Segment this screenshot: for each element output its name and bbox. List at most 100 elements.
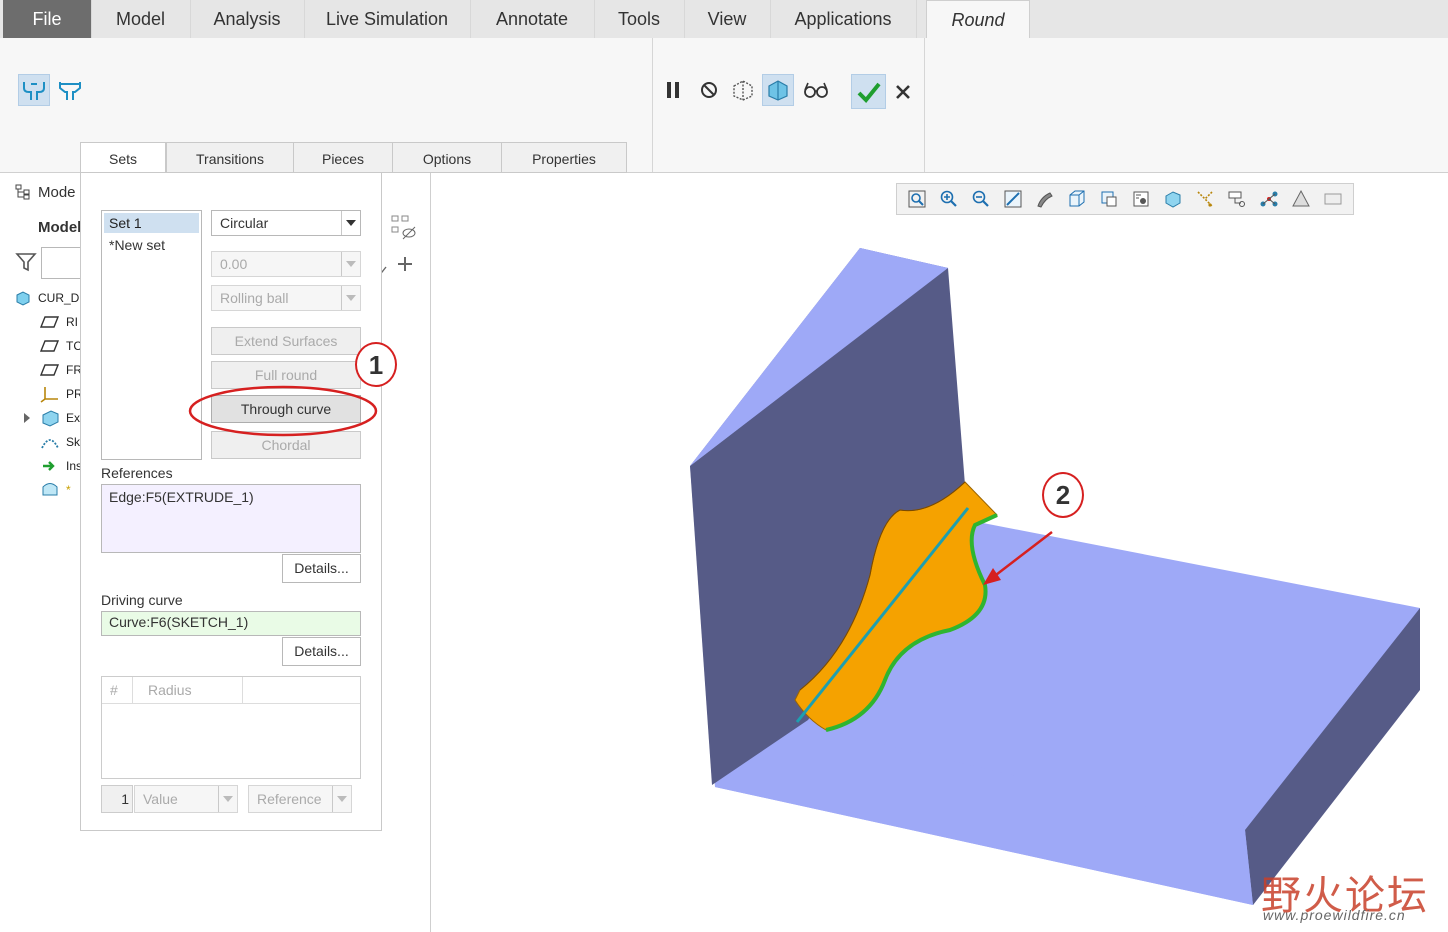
confirm-check-icon[interactable] (851, 74, 886, 109)
annotation-badge-2: 2 (1042, 472, 1084, 518)
attached-preview-icon[interactable] (727, 74, 759, 106)
tree-search-input[interactable] (41, 247, 81, 279)
driving-curve-details-button[interactable]: Details... (282, 637, 361, 666)
menu-model[interactable]: Model (91, 0, 191, 38)
tree-icon (15, 184, 30, 200)
extrude-icon (42, 410, 59, 427)
value-type-dropdown: Value (134, 785, 238, 813)
display-style-icon[interactable] (1031, 187, 1059, 211)
no-preview-icon[interactable] (693, 74, 725, 106)
constant-round-icon[interactable] (18, 74, 50, 106)
shading-options-icon[interactable] (1287, 187, 1315, 211)
references-field[interactable]: Edge:F5(EXTRUDE_1) (101, 484, 361, 553)
pause-icon[interactable] (657, 74, 689, 106)
appearance-icon[interactable] (1127, 187, 1155, 211)
set-list-item-set1[interactable]: Set 1 (104, 213, 199, 233)
tree-item-round[interactable]: * (40, 479, 71, 501)
references-label: References (101, 465, 173, 481)
radius-table: # Radius (101, 676, 361, 779)
annotation-display-icon[interactable] (1223, 187, 1251, 211)
glasses-preview-icon[interactable] (800, 74, 832, 106)
part-icon (16, 291, 30, 306)
menu-analysis[interactable]: Analysis (190, 0, 305, 38)
radius-count-field: 1 (101, 785, 133, 813)
tree-item-datum-right[interactable]: RI (40, 311, 78, 333)
filter-icon[interactable] (14, 251, 38, 278)
zoom-in-icon[interactable] (935, 187, 963, 211)
datum-display-icon[interactable] (1191, 187, 1219, 211)
round-panel-tabs: Sets Transitions Pieces Options Properti… (80, 142, 628, 173)
saved-orientations-icon[interactable] (1063, 187, 1091, 211)
shape-dropdown-value: Circular (220, 215, 269, 231)
radius-table-header: # Radius (102, 677, 360, 704)
repaint-icon[interactable] (999, 187, 1027, 211)
refit-icon[interactable] (903, 187, 931, 211)
tree-item-label: RI (66, 315, 78, 329)
verify-preview-icon[interactable] (762, 74, 794, 106)
set-list-item-new[interactable]: *New set (104, 235, 199, 255)
zoom-out-icon[interactable] (967, 187, 995, 211)
tree-header[interactable]: Mode (14, 183, 76, 201)
tree-item-extrude[interactable]: Ex (22, 407, 80, 429)
tree-item-datum-front[interactable]: FR (40, 359, 82, 381)
driving-curve-label: Driving curve (101, 592, 183, 608)
tab-pieces[interactable]: Pieces (293, 142, 393, 173)
chevron-down-icon (341, 286, 360, 310)
chevron-down-icon[interactable] (341, 211, 360, 235)
extend-surfaces-button: Extend Surfaces (211, 327, 361, 355)
add-icon[interactable] (396, 255, 414, 278)
sets-panel: Set 1 *New set Circular 0.00 Rolling bal… (80, 172, 382, 831)
menu-tools[interactable]: Tools (594, 0, 685, 38)
insert-here-icon (43, 461, 55, 471)
menu-annotate[interactable]: Annotate (470, 0, 595, 38)
spin-center-icon[interactable] (1255, 187, 1283, 211)
section-view-icon[interactable] (1319, 187, 1347, 211)
ribbon-menubar: File Model Analysis Live Simulation Anno… (0, 0, 1448, 40)
menu-round[interactable]: Round (926, 0, 1030, 40)
tree-item-datum-top[interactable]: TC (40, 335, 82, 357)
perspective-icon[interactable] (1159, 187, 1187, 211)
view-manager-icon[interactable] (1095, 187, 1123, 211)
reference-type-dropdown: Reference (248, 785, 352, 813)
view-toolbar (896, 183, 1354, 215)
menu-file[interactable]: File (3, 0, 92, 38)
shape-dropdown[interactable]: Circular (211, 210, 361, 236)
reference-type-dropdown-value: Reference (257, 791, 322, 807)
cancel-x-icon[interactable] (887, 76, 919, 108)
tree-header-label: Mode (38, 183, 76, 201)
tree-item-label: CUR_D (38, 291, 80, 305)
menu-applications[interactable]: Applications (770, 0, 917, 38)
graphics-window[interactable]: 野火论坛 www.proewildfire.cn (431, 173, 1448, 932)
model-viewport[interactable] (431, 173, 1448, 932)
datum-plane-icon (40, 364, 60, 376)
tree-title: Model (38, 219, 82, 236)
tree-item-part[interactable]: CUR_D (14, 287, 79, 309)
expand-arrow-icon[interactable] (22, 412, 32, 424)
tree-item-label: * (66, 483, 71, 497)
tree-item-sketch[interactable]: Sk (40, 431, 80, 453)
round-feature-icon (42, 483, 58, 496)
radius-col-radius: Radius (148, 682, 192, 698)
menu-live-simulation[interactable]: Live Simulation (304, 0, 471, 38)
driving-curve-field[interactable]: Curve:F6(SKETCH_1) (101, 611, 361, 636)
value-dropdown: 0.00 (211, 251, 361, 277)
chamfer-round-icon[interactable] (54, 74, 86, 106)
tree-item-insert-here[interactable]: Ins (40, 455, 82, 477)
radius-col-hash: # (110, 682, 118, 698)
tab-transitions[interactable]: Transitions (166, 142, 294, 173)
references-details-button[interactable]: Details... (282, 554, 361, 583)
datum-plane-icon (40, 340, 60, 352)
method-dropdown-value: Rolling ball (220, 290, 289, 306)
tab-properties[interactable]: Properties (501, 142, 627, 173)
value-dropdown-value: 0.00 (220, 256, 248, 272)
datum-plane-icon (40, 316, 60, 328)
show-hide-icon[interactable] (390, 213, 418, 248)
tree-item-label: Ex (66, 411, 81, 425)
tab-options[interactable]: Options (392, 142, 502, 173)
tree-item-csys[interactable]: PR (40, 383, 83, 405)
tree-item-label: Sk (66, 435, 81, 449)
annotation-badge-1: 1 (355, 342, 397, 387)
through-curve-highlight-ellipse (188, 385, 378, 437)
menu-view[interactable]: View (684, 0, 771, 38)
tab-sets[interactable]: Sets (80, 142, 166, 173)
